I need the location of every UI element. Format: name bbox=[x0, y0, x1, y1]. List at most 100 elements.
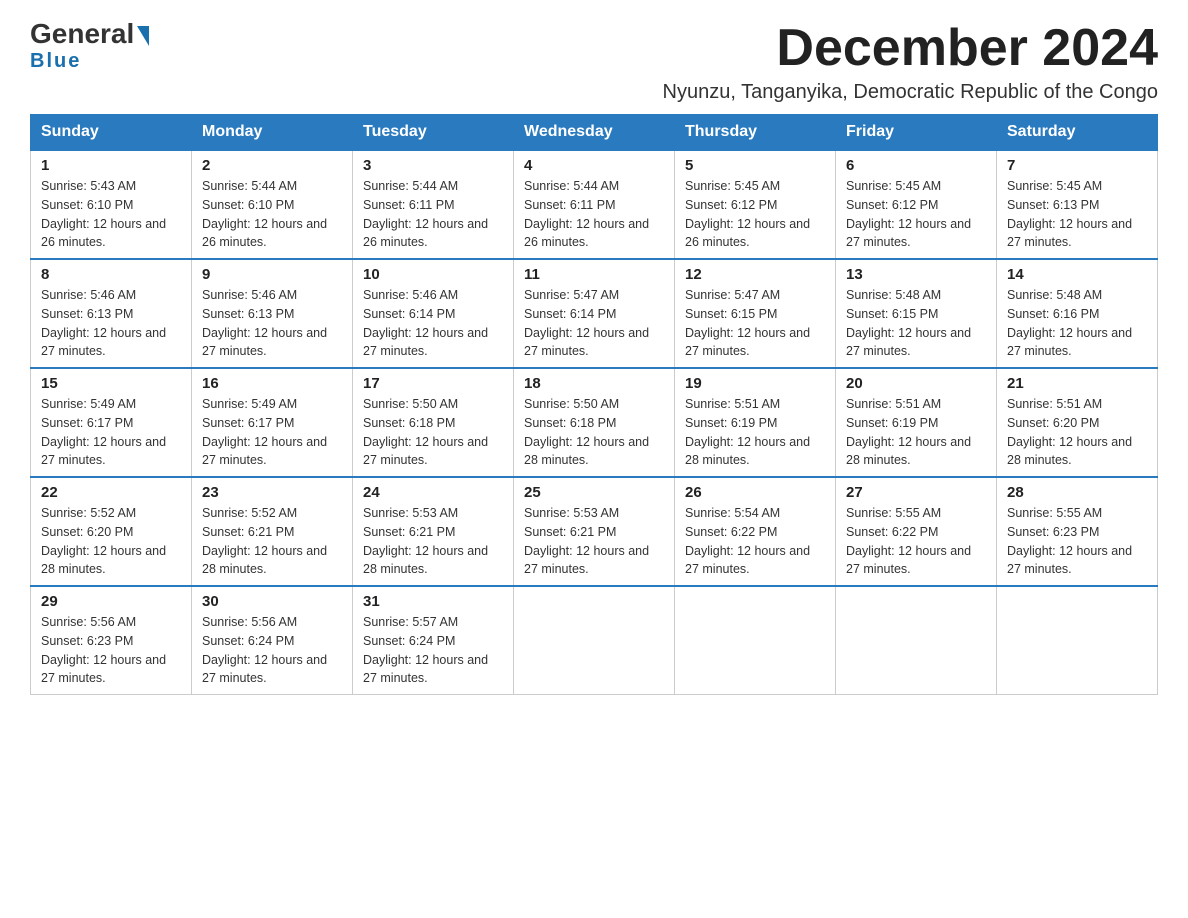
day-info: Sunrise: 5:50 AMSunset: 6:18 PMDaylight:… bbox=[363, 395, 503, 470]
week-row-5: 29 Sunrise: 5:56 AMSunset: 6:23 PMDaylig… bbox=[31, 586, 1158, 695]
day-number: 13 bbox=[846, 266, 986, 283]
calendar-cell: 10 Sunrise: 5:46 AMSunset: 6:14 PMDaylig… bbox=[353, 259, 514, 368]
day-info: Sunrise: 5:51 AMSunset: 6:19 PMDaylight:… bbox=[846, 395, 986, 470]
day-number: 11 bbox=[524, 266, 664, 283]
day-info: Sunrise: 5:46 AMSunset: 6:13 PMDaylight:… bbox=[41, 286, 181, 361]
day-number: 27 bbox=[846, 484, 986, 501]
day-header-wednesday: Wednesday bbox=[514, 115, 675, 151]
day-info: Sunrise: 5:44 AMSunset: 6:10 PMDaylight:… bbox=[202, 177, 342, 252]
day-info: Sunrise: 5:45 AMSunset: 6:13 PMDaylight:… bbox=[1007, 177, 1147, 252]
day-info: Sunrise: 5:47 AMSunset: 6:15 PMDaylight:… bbox=[685, 286, 825, 361]
calendar-cell: 7 Sunrise: 5:45 AMSunset: 6:13 PMDayligh… bbox=[997, 150, 1158, 259]
calendar-cell: 30 Sunrise: 5:56 AMSunset: 6:24 PMDaylig… bbox=[192, 586, 353, 695]
week-row-3: 15 Sunrise: 5:49 AMSunset: 6:17 PMDaylig… bbox=[31, 368, 1158, 477]
day-number: 29 bbox=[41, 593, 181, 610]
day-info: Sunrise: 5:52 AMSunset: 6:21 PMDaylight:… bbox=[202, 504, 342, 579]
day-number: 18 bbox=[524, 375, 664, 392]
calendar-cell: 28 Sunrise: 5:55 AMSunset: 6:23 PMDaylig… bbox=[997, 477, 1158, 586]
logo: General Blue bbox=[30, 20, 149, 73]
day-info: Sunrise: 5:44 AMSunset: 6:11 PMDaylight:… bbox=[363, 177, 503, 252]
calendar-cell: 27 Sunrise: 5:55 AMSunset: 6:22 PMDaylig… bbox=[836, 477, 997, 586]
calendar-cell: 13 Sunrise: 5:48 AMSunset: 6:15 PMDaylig… bbox=[836, 259, 997, 368]
calendar-cell: 18 Sunrise: 5:50 AMSunset: 6:18 PMDaylig… bbox=[514, 368, 675, 477]
day-info: Sunrise: 5:44 AMSunset: 6:11 PMDaylight:… bbox=[524, 177, 664, 252]
day-info: Sunrise: 5:56 AMSunset: 6:23 PMDaylight:… bbox=[41, 613, 181, 688]
day-info: Sunrise: 5:46 AMSunset: 6:13 PMDaylight:… bbox=[202, 286, 342, 361]
calendar-cell: 6 Sunrise: 5:45 AMSunset: 6:12 PMDayligh… bbox=[836, 150, 997, 259]
title-area: December 2024 Nyunzu, Tanganyika, Democr… bbox=[663, 20, 1158, 104]
day-info: Sunrise: 5:50 AMSunset: 6:18 PMDaylight:… bbox=[524, 395, 664, 470]
day-number: 21 bbox=[1007, 375, 1147, 392]
calendar-cell: 19 Sunrise: 5:51 AMSunset: 6:19 PMDaylig… bbox=[675, 368, 836, 477]
week-row-2: 8 Sunrise: 5:46 AMSunset: 6:13 PMDayligh… bbox=[31, 259, 1158, 368]
calendar-cell: 3 Sunrise: 5:44 AMSunset: 6:11 PMDayligh… bbox=[353, 150, 514, 259]
header-row: SundayMondayTuesdayWednesdayThursdayFrid… bbox=[31, 115, 1158, 151]
day-info: Sunrise: 5:51 AMSunset: 6:19 PMDaylight:… bbox=[685, 395, 825, 470]
week-row-1: 1 Sunrise: 5:43 AMSunset: 6:10 PMDayligh… bbox=[31, 150, 1158, 259]
calendar-cell: 5 Sunrise: 5:45 AMSunset: 6:12 PMDayligh… bbox=[675, 150, 836, 259]
calendar-cell: 4 Sunrise: 5:44 AMSunset: 6:11 PMDayligh… bbox=[514, 150, 675, 259]
calendar-cell: 17 Sunrise: 5:50 AMSunset: 6:18 PMDaylig… bbox=[353, 368, 514, 477]
calendar-cell: 23 Sunrise: 5:52 AMSunset: 6:21 PMDaylig… bbox=[192, 477, 353, 586]
day-info: Sunrise: 5:55 AMSunset: 6:23 PMDaylight:… bbox=[1007, 504, 1147, 579]
day-header-tuesday: Tuesday bbox=[353, 115, 514, 151]
day-number: 22 bbox=[41, 484, 181, 501]
day-number: 31 bbox=[363, 593, 503, 610]
day-number: 2 bbox=[202, 157, 342, 174]
day-info: Sunrise: 5:43 AMSunset: 6:10 PMDaylight:… bbox=[41, 177, 181, 252]
day-info: Sunrise: 5:49 AMSunset: 6:17 PMDaylight:… bbox=[202, 395, 342, 470]
day-info: Sunrise: 5:54 AMSunset: 6:22 PMDaylight:… bbox=[685, 504, 825, 579]
day-info: Sunrise: 5:55 AMSunset: 6:22 PMDaylight:… bbox=[846, 504, 986, 579]
day-number: 16 bbox=[202, 375, 342, 392]
day-info: Sunrise: 5:52 AMSunset: 6:20 PMDaylight:… bbox=[41, 504, 181, 579]
calendar-cell: 14 Sunrise: 5:48 AMSunset: 6:16 PMDaylig… bbox=[997, 259, 1158, 368]
day-number: 3 bbox=[363, 157, 503, 174]
day-number: 20 bbox=[846, 375, 986, 392]
month-title: December 2024 bbox=[663, 20, 1158, 77]
day-number: 5 bbox=[685, 157, 825, 174]
day-number: 26 bbox=[685, 484, 825, 501]
day-number: 7 bbox=[1007, 157, 1147, 174]
day-number: 19 bbox=[685, 375, 825, 392]
calendar-cell: 1 Sunrise: 5:43 AMSunset: 6:10 PMDayligh… bbox=[31, 150, 192, 259]
day-info: Sunrise: 5:45 AMSunset: 6:12 PMDaylight:… bbox=[685, 177, 825, 252]
calendar-cell: 22 Sunrise: 5:52 AMSunset: 6:20 PMDaylig… bbox=[31, 477, 192, 586]
day-info: Sunrise: 5:47 AMSunset: 6:14 PMDaylight:… bbox=[524, 286, 664, 361]
day-info: Sunrise: 5:45 AMSunset: 6:12 PMDaylight:… bbox=[846, 177, 986, 252]
day-number: 4 bbox=[524, 157, 664, 174]
logo-text: General bbox=[30, 20, 149, 48]
logo-blue-line: Blue bbox=[30, 50, 81, 73]
calendar-cell: 2 Sunrise: 5:44 AMSunset: 6:10 PMDayligh… bbox=[192, 150, 353, 259]
calendar-table: SundayMondayTuesdayWednesdayThursdayFrid… bbox=[30, 114, 1158, 695]
day-number: 15 bbox=[41, 375, 181, 392]
day-number: 17 bbox=[363, 375, 503, 392]
calendar-cell: 16 Sunrise: 5:49 AMSunset: 6:17 PMDaylig… bbox=[192, 368, 353, 477]
day-info: Sunrise: 5:48 AMSunset: 6:16 PMDaylight:… bbox=[1007, 286, 1147, 361]
day-number: 9 bbox=[202, 266, 342, 283]
calendar-cell: 20 Sunrise: 5:51 AMSunset: 6:19 PMDaylig… bbox=[836, 368, 997, 477]
calendar-cell: 9 Sunrise: 5:46 AMSunset: 6:13 PMDayligh… bbox=[192, 259, 353, 368]
day-info: Sunrise: 5:48 AMSunset: 6:15 PMDaylight:… bbox=[846, 286, 986, 361]
day-header-monday: Monday bbox=[192, 115, 353, 151]
page-header: General Blue December 2024 Nyunzu, Tanga… bbox=[30, 20, 1158, 104]
day-info: Sunrise: 5:56 AMSunset: 6:24 PMDaylight:… bbox=[202, 613, 342, 688]
calendar-cell: 21 Sunrise: 5:51 AMSunset: 6:20 PMDaylig… bbox=[997, 368, 1158, 477]
calendar-cell: 31 Sunrise: 5:57 AMSunset: 6:24 PMDaylig… bbox=[353, 586, 514, 695]
calendar-cell: 26 Sunrise: 5:54 AMSunset: 6:22 PMDaylig… bbox=[675, 477, 836, 586]
calendar-cell: 11 Sunrise: 5:47 AMSunset: 6:14 PMDaylig… bbox=[514, 259, 675, 368]
day-number: 23 bbox=[202, 484, 342, 501]
calendar-cell bbox=[675, 586, 836, 695]
day-header-saturday: Saturday bbox=[997, 115, 1158, 151]
day-number: 14 bbox=[1007, 266, 1147, 283]
day-number: 8 bbox=[41, 266, 181, 283]
day-number: 28 bbox=[1007, 484, 1147, 501]
day-number: 6 bbox=[846, 157, 986, 174]
day-number: 30 bbox=[202, 593, 342, 610]
calendar-cell: 29 Sunrise: 5:56 AMSunset: 6:23 PMDaylig… bbox=[31, 586, 192, 695]
day-info: Sunrise: 5:57 AMSunset: 6:24 PMDaylight:… bbox=[363, 613, 503, 688]
day-info: Sunrise: 5:53 AMSunset: 6:21 PMDaylight:… bbox=[524, 504, 664, 579]
calendar-cell: 8 Sunrise: 5:46 AMSunset: 6:13 PMDayligh… bbox=[31, 259, 192, 368]
calendar-cell: 15 Sunrise: 5:49 AMSunset: 6:17 PMDaylig… bbox=[31, 368, 192, 477]
day-info: Sunrise: 5:53 AMSunset: 6:21 PMDaylight:… bbox=[363, 504, 503, 579]
day-number: 12 bbox=[685, 266, 825, 283]
